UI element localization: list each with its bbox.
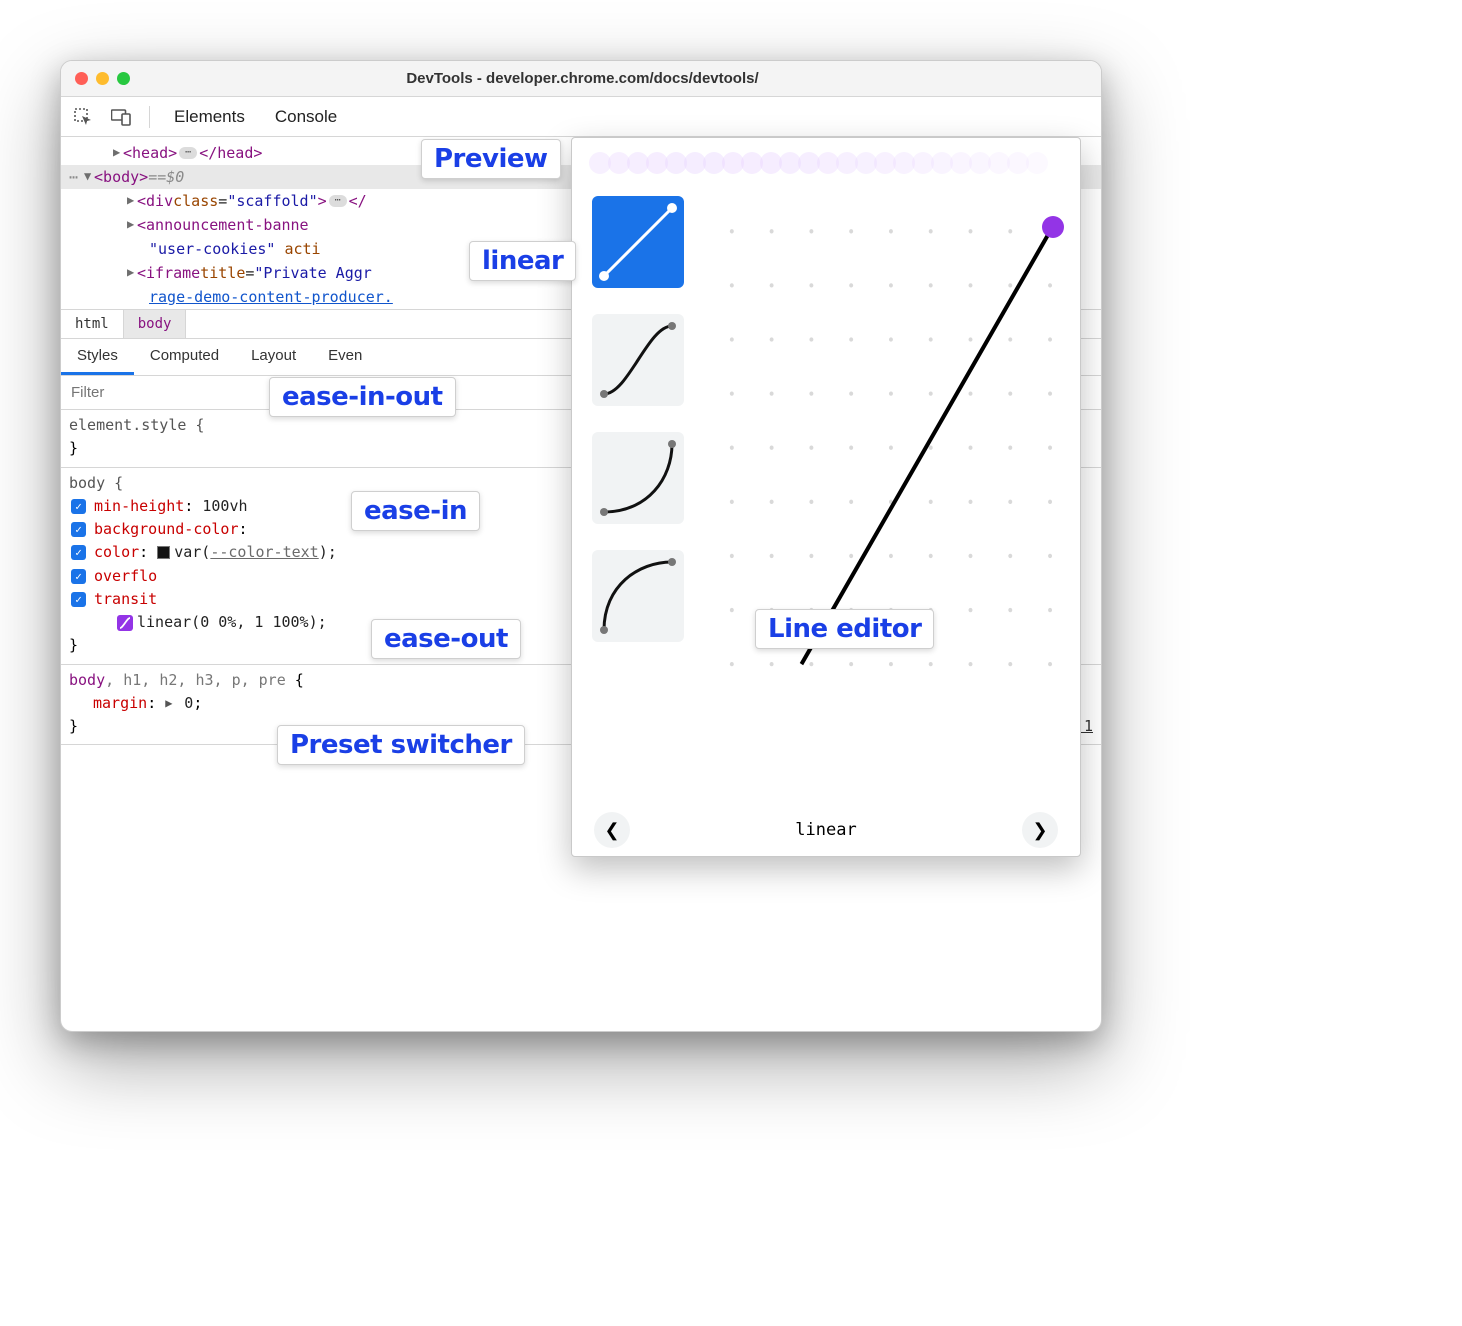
easing-curve-editor[interactable] xyxy=(702,188,1060,794)
switcher-label: linear xyxy=(795,820,856,840)
minimize-window-button[interactable] xyxy=(96,72,109,85)
color-swatch-icon[interactable] xyxy=(157,546,170,559)
chevron-left-icon: ❮ xyxy=(604,820,619,841)
close-window-button[interactable] xyxy=(75,72,88,85)
preset-ease-out[interactable] xyxy=(592,550,684,642)
device-toolbar-icon[interactable] xyxy=(111,108,131,126)
bezier-swatch-icon[interactable] xyxy=(117,615,133,631)
easing-preview-strip xyxy=(572,138,1080,188)
ellipsis-icon[interactable]: ⋯ xyxy=(329,195,347,207)
easing-preset-column xyxy=(592,188,684,794)
breadcrumb-body[interactable]: body xyxy=(124,310,187,338)
ellipsis-icon[interactable]: ⋯ xyxy=(179,147,197,159)
traffic-lights xyxy=(75,72,130,85)
annotation-preset-switcher: Preset switcher xyxy=(277,725,525,765)
tab-styles[interactable]: Styles xyxy=(61,339,134,375)
curve-handle-end[interactable] xyxy=(1042,216,1064,238)
tab-console[interactable]: Console xyxy=(269,99,343,135)
annotation-ease-in: ease-in xyxy=(351,491,480,531)
main-toolbar: Elements Console xyxy=(61,97,1101,137)
annotation-preview: Preview xyxy=(421,139,561,179)
devtools-window: DevTools - developer.chrome.com/docs/dev… xyxy=(60,60,1102,1032)
prev-preset-button[interactable]: ❮ xyxy=(594,812,630,848)
preset-ease-in-out[interactable] xyxy=(592,314,684,406)
preset-switcher: ❮ linear ❯ xyxy=(572,804,1080,856)
checkbox-icon[interactable]: ✓ xyxy=(71,522,86,537)
annotation-ease-in-out: ease-in-out xyxy=(269,377,456,417)
fullscreen-window-button[interactable] xyxy=(117,72,130,85)
inspect-element-icon[interactable] xyxy=(73,108,93,126)
checkbox-icon[interactable]: ✓ xyxy=(71,569,86,584)
tab-event-listeners[interactable]: Even xyxy=(312,339,378,375)
breadcrumb-html[interactable]: html xyxy=(61,310,124,338)
preset-linear[interactable] xyxy=(592,196,684,288)
annotation-line-editor: Line editor xyxy=(755,609,934,649)
annotation-ease-out: ease-out xyxy=(371,619,521,659)
tab-computed[interactable]: Computed xyxy=(134,339,235,375)
toolbar-divider xyxy=(149,106,150,128)
preset-ease-in[interactable] xyxy=(592,432,684,524)
tab-elements[interactable]: Elements xyxy=(168,99,251,135)
tab-layout[interactable]: Layout xyxy=(235,339,312,375)
checkbox-icon[interactable]: ✓ xyxy=(71,545,86,560)
checkbox-icon[interactable]: ✓ xyxy=(71,499,86,514)
annotation-linear: linear xyxy=(469,241,576,281)
next-preset-button[interactable]: ❯ xyxy=(1022,812,1058,848)
checkbox-icon[interactable]: ✓ xyxy=(71,592,86,607)
preview-ball xyxy=(1026,152,1048,174)
titlebar: DevTools - developer.chrome.com/docs/dev… xyxy=(61,61,1101,97)
easing-editor-popover: ❮ linear ❯ xyxy=(571,137,1081,857)
chevron-right-icon: ❯ xyxy=(1032,820,1047,841)
window-title: DevTools - developer.chrome.com/docs/dev… xyxy=(130,70,1035,87)
